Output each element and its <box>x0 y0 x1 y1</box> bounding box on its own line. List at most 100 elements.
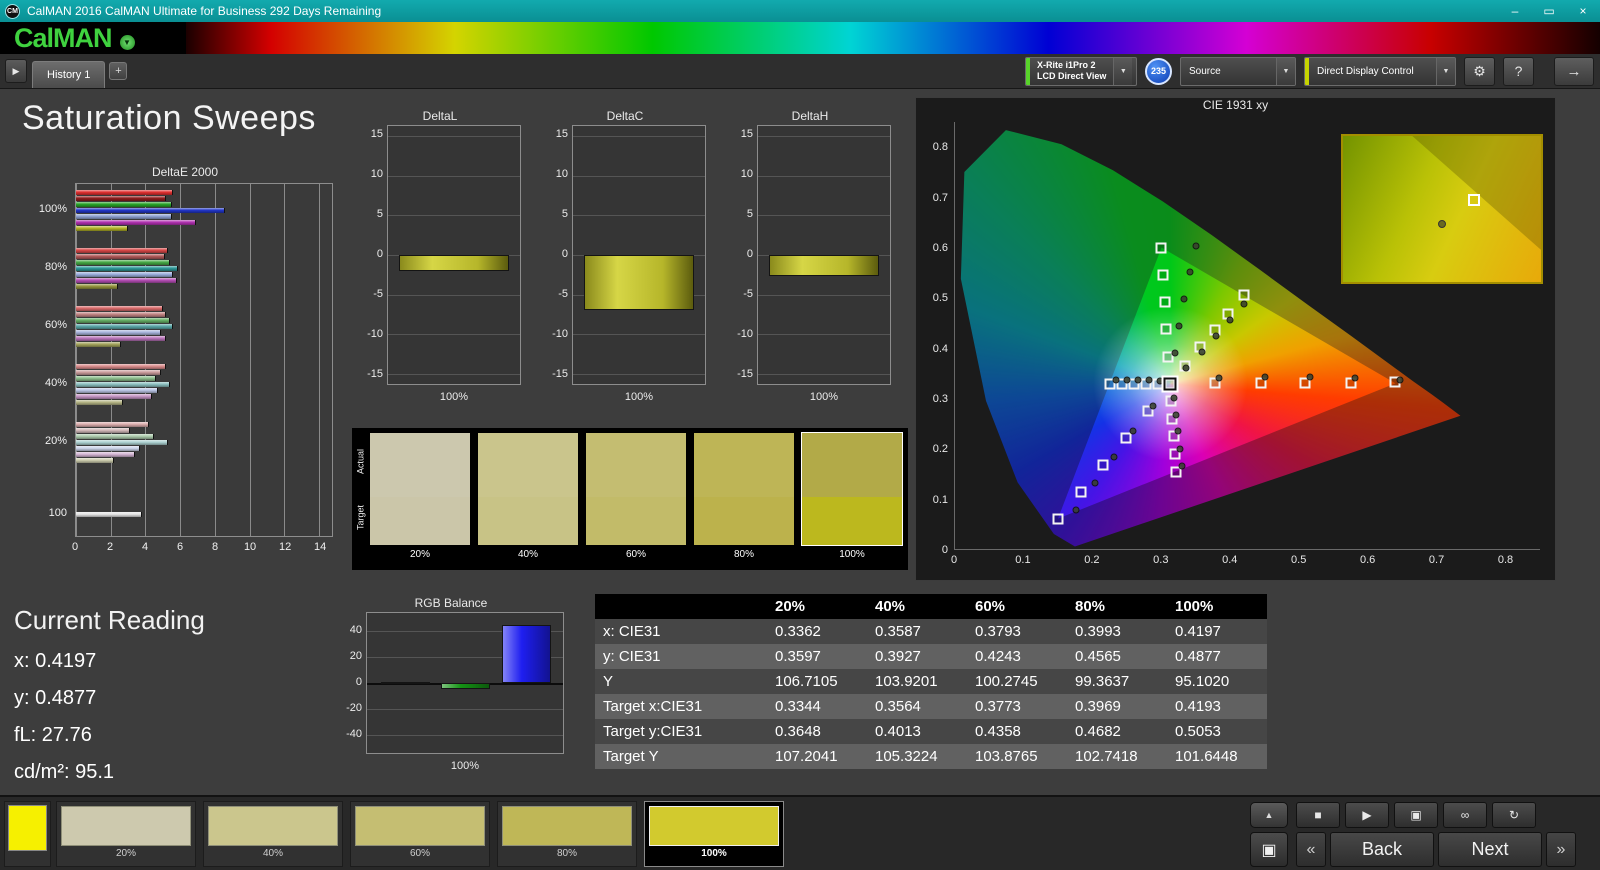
deltae-bar <box>76 208 226 213</box>
strip-swatch-label: 20% <box>409 549 430 560</box>
continuous-icon[interactable]: ∞ <box>1443 802 1487 828</box>
cie-measured-marker <box>1129 427 1137 435</box>
last-page-button[interactable]: » <box>1546 832 1576 867</box>
app-logo-icon: CM <box>5 3 20 19</box>
first-page-button[interactable]: « <box>1296 832 1326 867</box>
cie-measured-marker <box>1072 506 1080 514</box>
delta-chart-deltal: DeltaL 15 10 5 0 -5 -10 -15 100% <box>355 109 525 425</box>
sweep-level-button-60%[interactable]: 60% <box>350 801 490 867</box>
deltae-axis-tick: 8 <box>211 541 219 553</box>
cie-measured-marker <box>1226 316 1234 324</box>
cie-measured-marker <box>1175 322 1183 330</box>
chevron-down-icon[interactable]: ▼ <box>1436 57 1455 85</box>
cie-measured-marker <box>1182 364 1190 372</box>
minimize-button[interactable]: – <box>1498 0 1532 22</box>
deltae-bar <box>76 202 172 207</box>
cie-axis-tick: 0.1 <box>932 493 948 506</box>
chart-title: DeltaH <box>791 109 829 123</box>
play-icon[interactable]: ▶ <box>1345 802 1389 828</box>
panel-toggle-button[interactable]: ▶ <box>5 59 27 83</box>
refresh-icon[interactable]: ↻ <box>1492 802 1536 828</box>
strip-swatch-40% <box>478 433 578 545</box>
deltae-bar <box>76 458 115 463</box>
stop-icon[interactable]: ■ <box>1296 802 1340 828</box>
target-row-label: Target <box>355 504 366 530</box>
current-reading-line: fL: 27.76 <box>14 724 92 746</box>
rgb-gridline <box>367 708 563 710</box>
display-control-dropdown[interactable]: Direct Display Control ▼ <box>1304 56 1456 86</box>
cie-axis-tick: 0.8 <box>1497 554 1514 566</box>
delta-plot <box>757 125 891 385</box>
gear-icon: ⚙ <box>1473 62 1486 79</box>
delta-axis-tick: 5 <box>561 208 568 221</box>
stop-measure-button[interactable]: ▣ <box>1250 832 1288 867</box>
cie-axis-tick: 0.4 <box>932 342 948 355</box>
help-button[interactable]: ? <box>1503 56 1534 86</box>
cie-whitepoint-marker <box>1161 375 1179 393</box>
back-button[interactable]: Back <box>1330 832 1434 867</box>
restore-button[interactable]: ▭ <box>1532 0 1566 22</box>
delta-gridline <box>573 334 705 336</box>
delta-axis-tick: -5 <box>558 287 568 300</box>
deltae-plot <box>75 183 333 537</box>
cie-measured-marker <box>1178 462 1186 470</box>
delta-gridline <box>758 294 890 296</box>
sweep-level-buttons: 20% 40% 60% 80% 100% <box>56 801 796 867</box>
next-button[interactable]: Next <box>1438 832 1542 867</box>
delta-axis-tick: 15 <box>555 128 568 141</box>
delta-axis-tick: -10 <box>737 327 753 340</box>
settings-button[interactable]: ⚙ <box>1464 56 1495 86</box>
sweep-level-button-20%[interactable]: 20% <box>56 801 196 867</box>
capture-icon[interactable]: ▣ <box>1394 802 1438 828</box>
chevron-down-icon[interactable]: ▼ <box>1276 57 1295 85</box>
table-cell: 0.3993 <box>1075 623 1121 640</box>
delta-gridline <box>388 373 520 375</box>
advance-button[interactable]: → <box>1554 56 1594 86</box>
delta-axis-label: 100% <box>624 391 654 403</box>
delta-gridline <box>388 215 520 217</box>
cie-target-marker <box>1075 486 1087 498</box>
table-row: Target y:CIE31 0.3648 0.4013 0.4358 0.4682 0.… <box>595 719 1267 744</box>
delta-gridline <box>388 294 520 296</box>
sweep-level-button-100%[interactable]: 100% <box>644 801 784 867</box>
table-cell: 0.3773 <box>975 698 1021 715</box>
brand-menu-caret-icon[interactable]: ▼ <box>119 34 135 50</box>
cie-measured-marker <box>1240 300 1248 308</box>
rgb-balance-plot <box>366 612 564 754</box>
deltae-group-label: 60% <box>44 319 67 331</box>
cie-x-labels: 0 0.1 0.2 0.3 0.4 0.5 0.6 0.7 0.8 <box>950 554 1540 570</box>
table-cell: 0.3344 <box>775 698 821 715</box>
page-title: Saturation Sweeps <box>22 99 316 137</box>
sweep-level-label: 20% <box>115 848 136 859</box>
sweep-level-button-40%[interactable]: 40% <box>203 801 343 867</box>
table-cell: 0.5053 <box>1175 723 1221 740</box>
chevron-down-icon[interactable]: ▼ <box>1113 57 1133 85</box>
meter-dropdown[interactable]: X-Rite i1Pro 2 LCD Direct View ▼ <box>1025 56 1137 86</box>
add-tab-button[interactable]: + <box>109 62 128 80</box>
rgb-axis-tick: 0 <box>355 676 362 688</box>
cie-target-marker <box>1157 269 1169 281</box>
table-cell: 99.3637 <box>1075 673 1130 690</box>
current-reading-line: cd/m²: 95.1 <box>14 761 115 783</box>
cie-axis-tick: 0 <box>950 554 958 566</box>
deltae-bar <box>76 196 167 201</box>
deltae-bar <box>76 248 169 253</box>
chart-title: DeltaE 2000 <box>151 165 219 179</box>
chart-title: DeltaL <box>422 109 458 123</box>
delta-axis-tick: 15 <box>740 128 753 141</box>
tab-history-1[interactable]: History 1 <box>32 61 106 88</box>
sweep-level-button-80%[interactable]: 80% <box>497 801 637 867</box>
strip-swatch-80% <box>694 433 794 545</box>
deltae-bar <box>76 376 156 381</box>
delta-gridline <box>758 215 890 217</box>
close-button[interactable]: × <box>1566 0 1600 22</box>
delta-axis-tick: 0 <box>561 248 568 260</box>
source-dropdown[interactable]: Source ▼ <box>1180 56 1296 86</box>
deltae-bar <box>76 394 153 399</box>
strip-target-color <box>370 496 470 545</box>
meter-label: X-Rite i1Pro 2 LCD Direct View <box>1030 58 1113 85</box>
delta-bar <box>583 255 695 311</box>
collapse-button[interactable]: ▲ <box>1250 802 1288 828</box>
table-cell: 0.4358 <box>975 723 1021 740</box>
table-cell: 0.3587 <box>875 623 921 640</box>
